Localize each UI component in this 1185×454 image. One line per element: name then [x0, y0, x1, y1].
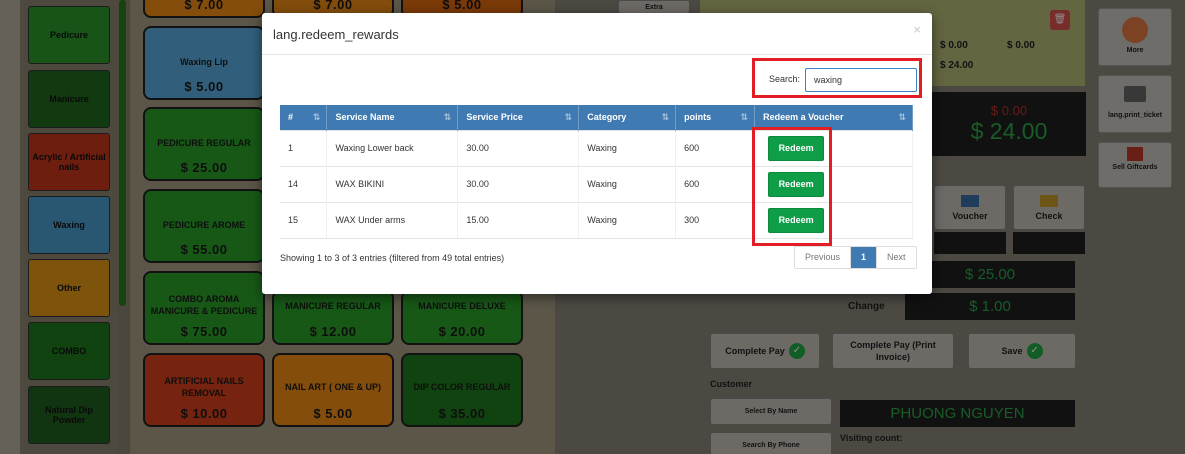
- col-header-service-price[interactable]: Service Price ⇅: [457, 105, 580, 130]
- redeem-rewards-modal: lang.redeem_rewards × Search: #⇅ Service…: [262, 13, 932, 294]
- cell-category: Waxing: [578, 165, 677, 202]
- search-input[interactable]: [805, 68, 917, 92]
- pagination: Previous 1 Next: [794, 246, 917, 269]
- col-header-points[interactable]: points ⇅: [675, 105, 756, 130]
- pager-next[interactable]: Next: [877, 247, 916, 268]
- cell-service-name: WAX BIKINI: [326, 165, 459, 202]
- cell-id: 14: [280, 165, 328, 202]
- redeem-highlight: [752, 127, 832, 246]
- pager-previous[interactable]: Previous: [795, 247, 852, 268]
- cell-service-price: 30.00: [457, 129, 580, 166]
- cell-id: 1: [280, 129, 328, 166]
- pager-page-1[interactable]: 1: [851, 247, 878, 268]
- cell-points: 300: [675, 201, 756, 239]
- sort-icon: ⇅: [661, 112, 670, 122]
- sort-icon: ⇅: [443, 112, 452, 122]
- sort-icon: ⇅: [898, 112, 906, 122]
- close-icon[interactable]: ×: [913, 22, 921, 37]
- cell-points: 600: [675, 129, 756, 166]
- cell-points: 600: [675, 165, 756, 202]
- modal-title: lang.redeem_rewards: [273, 27, 399, 42]
- cell-service-name: WAX Under arms: [326, 201, 459, 239]
- cell-id: 15: [280, 201, 328, 239]
- col-header-service-name[interactable]: Service Name ⇅: [326, 105, 459, 130]
- modal-header: lang.redeem_rewards ×: [262, 13, 932, 55]
- cell-service-price: 15.00: [457, 201, 580, 239]
- sort-icon: ⇅: [740, 112, 749, 122]
- search-highlight: Search:: [752, 58, 922, 98]
- cell-service-name: Waxing Lower back: [326, 129, 459, 166]
- sort-icon: ⇅: [564, 112, 573, 122]
- search-label: Search:: [769, 74, 801, 84]
- col-header-category[interactable]: Category ⇅: [578, 105, 677, 130]
- cell-category: Waxing: [578, 201, 677, 239]
- cell-category: Waxing: [578, 129, 677, 166]
- cell-service-price: 30.00: [457, 165, 580, 202]
- table-info: Showing 1 to 3 of 3 entries (filtered fr…: [280, 253, 505, 263]
- col-header-id[interactable]: # ⇅: [280, 105, 328, 130]
- sort-icon: ⇅: [312, 112, 321, 122]
